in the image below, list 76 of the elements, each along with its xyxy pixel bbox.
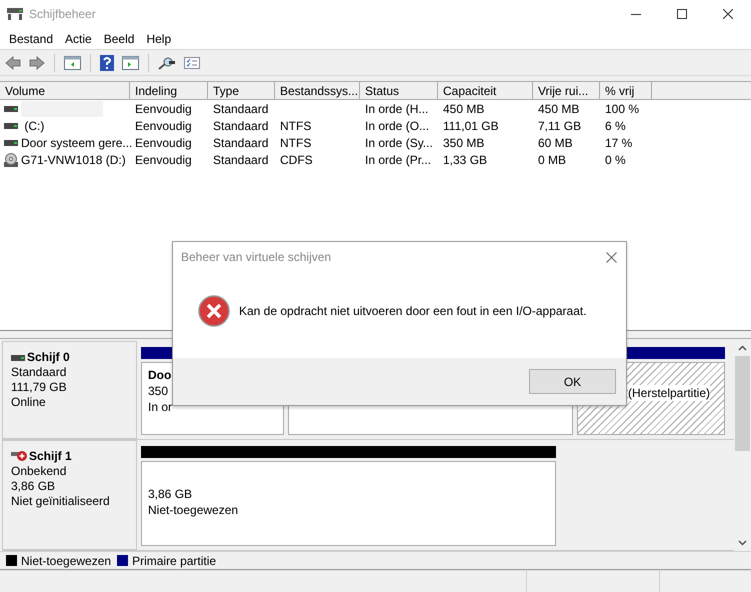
panel-icon[interactable] <box>62 56 83 70</box>
panel-icon[interactable] <box>120 56 141 70</box>
table-cell-text: 6 % <box>605 118 626 134</box>
dialog-title: Beheer van virtuele schijven <box>181 249 332 266</box>
drive-icon <box>4 104 18 112</box>
cd-drive-icon <box>4 152 18 166</box>
table-cell-text: 450 MB <box>538 100 580 118</box>
partition-info: (Herstelpartitie) <box>628 385 710 401</box>
disk-name: Schijf 0 <box>27 350 70 365</box>
disk-info: Onbekend <box>11 464 68 479</box>
back-arrow-icon[interactable] <box>3 56 23 70</box>
table-cell-text: In orde (O... <box>365 118 430 134</box>
drive-icon <box>4 122 18 130</box>
scroll-thumb[interactable] <box>735 356 750 451</box>
column-header[interactable]: Indeling <box>130 82 208 100</box>
partition-title: Doo <box>148 367 172 383</box>
column-header[interactable]: % vrij <box>600 82 652 100</box>
table-cell-text: 7,11 GB <box>538 118 582 134</box>
table-cell-text: 17 % <box>605 134 632 152</box>
help-icon[interactable] <box>98 54 116 70</box>
close-button[interactable] <box>604 250 618 264</box>
table-cell-text: In orde (Sy... <box>365 134 433 152</box>
table-cell-text: Standaard <box>213 118 268 134</box>
table-cell-text: NTFS <box>280 134 312 152</box>
app-icon <box>7 8 23 20</box>
table-cell-text: G71-VNW1018 (D:) <box>21 152 126 168</box>
table-cell-text: (C:) <box>23 118 44 134</box>
table-cell-text: 60 MB <box>538 134 573 152</box>
disk-info: Niet geïnitialiseerd <box>11 494 111 509</box>
partition-box[interactable]: 3,86 GB Niet-toegewezen <box>141 460 556 546</box>
maximize-icon[interactable] <box>677 9 687 19</box>
disk-info: 111,79 GB <box>11 380 68 395</box>
table-cell-text: 1,33 GB <box>443 152 488 168</box>
table-cell-text: 100 % <box>605 100 640 118</box>
error-icon <box>198 295 230 327</box>
table-cell-text: Eenvoudig <box>135 152 192 168</box>
magnifier-icon[interactable] <box>156 56 178 70</box>
menu-item[interactable]: Help <box>140 30 178 48</box>
ok-button[interactable]: OK <box>529 369 616 394</box>
legend-label: Niet-toegewezen <box>21 552 112 570</box>
table-cell-text: 0 MB <box>538 152 566 168</box>
disk-info: Standaard <box>11 365 68 380</box>
table-cell-text: In orde (Pr... <box>365 152 432 168</box>
table-cell-text: CDFS <box>280 152 313 168</box>
menu-item[interactable]: Actie <box>59 30 98 48</box>
menu-item[interactable]: Beeld <box>98 30 140 48</box>
menu-item[interactable]: Bestand <box>3 30 60 48</box>
legend-label: Primaire partitie <box>132 552 216 570</box>
checklist-icon[interactable] <box>182 56 202 68</box>
disk-info: 3,86 GB <box>11 478 56 494</box>
table-cell-text: Standaard <box>213 100 268 118</box>
table-cell-text: Eenvoudig <box>135 100 192 118</box>
column-header[interactable]: Volume <box>0 82 130 100</box>
table-cell-text: NTFS <box>280 118 312 134</box>
table-cell-text: 450 MB <box>443 100 484 118</box>
drive-icon <box>4 138 18 146</box>
table-cell-text: 350 MB <box>443 134 484 152</box>
table-cell-text: 0 % <box>605 152 626 168</box>
table-cell-text: In orde (H... <box>365 100 428 118</box>
table-cell-text: 111,01 GB <box>443 118 499 134</box>
table-cell-text: Eenvoudig <box>135 118 192 134</box>
close-icon[interactable] <box>723 9 733 19</box>
error-message: Kan de opdracht niet uitvoeren door een fout in een I/O-apparaat. <box>239 303 587 320</box>
window-title: Schijfbeheer <box>29 6 96 23</box>
table-cell-text: Eenvoudig <box>135 134 192 152</box>
column-header[interactable]: Type <box>208 82 275 100</box>
table-cell-text: Standaard <box>213 134 268 152</box>
column-header[interactable]: Status <box>360 82 438 100</box>
forward-arrow-icon[interactable] <box>27 56 47 70</box>
column-header[interactable]: Vrije rui... <box>533 82 600 100</box>
disk-info: Online <box>11 395 47 410</box>
column-header[interactable]: Bestandssys... <box>275 82 360 100</box>
table-cell-text: Door systeem gere... <box>21 134 132 152</box>
table-cell-text: Standaard <box>213 152 268 168</box>
disk-name: Schijf 1 <box>29 448 72 464</box>
column-header[interactable]: Capaciteit <box>438 82 533 100</box>
